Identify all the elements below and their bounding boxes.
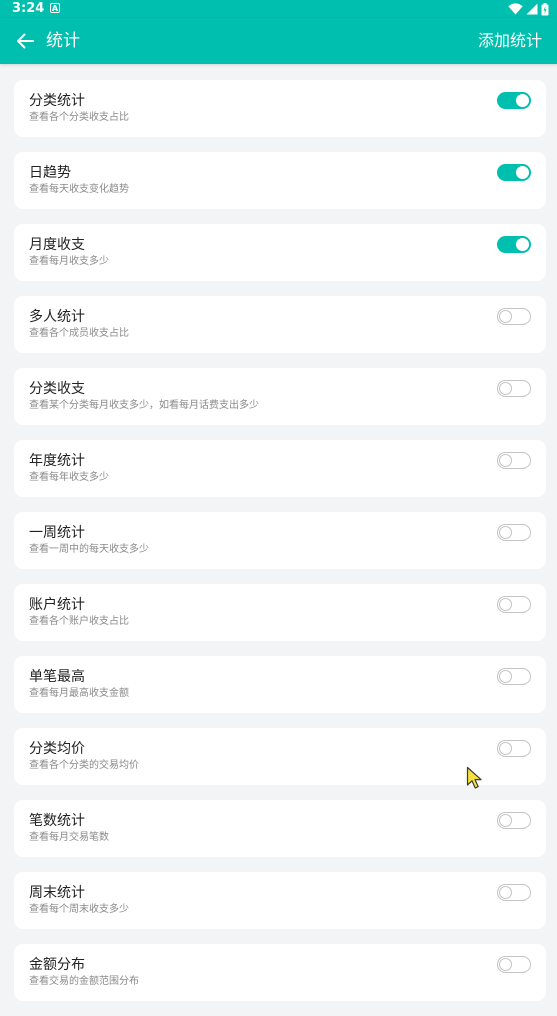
- stat-toggle-switch[interactable]: [497, 452, 531, 469]
- toggle-knob: [499, 957, 512, 971]
- stat-card[interactable]: 日趋势查看每天收支变化趋势: [14, 152, 546, 209]
- stat-card[interactable]: 月度收支查看每月收支多少: [14, 224, 546, 281]
- stat-toggle-switch[interactable]: [497, 524, 531, 541]
- stat-name: 多人统计: [29, 309, 85, 325]
- stat-card[interactable]: 金额分布查看交易的金额范围分布: [14, 944, 546, 1001]
- stat-card[interactable]: 笔数统计查看每月交易笔数: [14, 800, 546, 857]
- toggle-knob: [499, 453, 512, 467]
- stat-description: 查看一周中的每天收支多少: [29, 544, 149, 555]
- stat-name: 单笔最高: [29, 669, 85, 685]
- stat-description: 查看各个分类的交易均价: [29, 760, 139, 771]
- toggle-knob: [499, 813, 512, 827]
- stat-name: 笔数统计: [29, 813, 85, 829]
- stat-description: 查看各个成员收支占比: [29, 328, 129, 339]
- stat-description: 查看每天收支变化趋势: [29, 184, 129, 195]
- status-bar: 3:24 A: [0, 0, 557, 18]
- stat-card[interactable]: 单笔最高查看每月最高收支金额: [14, 656, 546, 713]
- stat-toggle-switch[interactable]: [497, 92, 531, 109]
- app-bar: 统计 添加统计: [0, 18, 557, 64]
- notification-icon: A: [50, 3, 60, 13]
- page-title: 统计: [46, 31, 80, 51]
- stat-name: 月度收支: [29, 237, 85, 253]
- toggle-knob: [499, 741, 512, 755]
- stat-toggle-switch[interactable]: [497, 164, 531, 181]
- stat-card[interactable]: 年度统计查看每年收支多少: [14, 440, 546, 497]
- stat-toggle-switch[interactable]: [497, 596, 531, 613]
- stat-card[interactable]: 分类统计查看各个分类收支占比: [14, 80, 546, 137]
- toggle-knob: [516, 166, 529, 179]
- stat-toggle-switch[interactable]: [497, 308, 531, 325]
- statistics-list: 分类统计查看各个分类收支占比日趋势查看每天收支变化趋势月度收支查看每月收支多少多…: [14, 80, 546, 1016]
- stat-name: 金额分布: [29, 957, 85, 973]
- stat-toggle-switch[interactable]: [497, 884, 531, 901]
- signal-icon: [526, 3, 538, 15]
- toggle-knob: [499, 885, 512, 899]
- toggle-knob: [499, 525, 512, 539]
- stat-toggle-switch[interactable]: [497, 668, 531, 685]
- stat-toggle-switch[interactable]: [497, 812, 531, 829]
- battery-icon: [541, 2, 549, 15]
- stat-name: 一周统计: [29, 525, 85, 541]
- stat-description: 查看每月收支多少: [29, 256, 109, 267]
- stat-card[interactable]: 一周统计查看一周中的每天收支多少: [14, 512, 546, 569]
- stat-name: 分类收支: [29, 381, 85, 397]
- stat-description: 查看交易的金额范围分布: [29, 976, 139, 987]
- stat-description: 查看每月交易笔数: [29, 832, 109, 843]
- stat-name: 年度统计: [29, 453, 85, 469]
- stat-card[interactable]: 账户统计查看各个账户收支占比: [14, 584, 546, 641]
- stat-name: 账户统计: [29, 597, 85, 613]
- mouse-cursor-icon: [466, 766, 482, 789]
- status-time: 3:24: [12, 1, 45, 16]
- stat-name: 日趋势: [29, 165, 71, 181]
- stat-name: 分类均价: [29, 741, 85, 757]
- stat-description: 查看某个分类每月收支多少，如看每月话费支出多少: [29, 400, 259, 411]
- toggle-knob: [499, 309, 512, 323]
- toggle-knob: [516, 94, 529, 107]
- stat-name: 周末统计: [29, 885, 85, 901]
- toggle-knob: [499, 381, 512, 395]
- stat-toggle-switch[interactable]: [497, 380, 531, 397]
- stat-toggle-switch[interactable]: [497, 740, 531, 757]
- stat-description: 查看各个分类收支占比: [29, 112, 129, 123]
- stat-card[interactable]: 分类收支查看某个分类每月收支多少，如看每月话费支出多少: [14, 368, 546, 425]
- toggle-knob: [499, 597, 512, 611]
- stat-description: 查看每年收支多少: [29, 472, 109, 483]
- stat-description: 查看各个账户收支占比: [29, 616, 129, 627]
- stat-toggle-switch[interactable]: [497, 956, 531, 973]
- stat-name: 分类统计: [29, 93, 85, 109]
- back-arrow-icon[interactable]: [14, 30, 36, 52]
- system-icons: [508, 1, 549, 17]
- stat-card[interactable]: 多人统计查看各个成员收支占比: [14, 296, 546, 353]
- toggle-knob: [516, 238, 529, 251]
- add-statistics-button[interactable]: 添加统计: [478, 18, 542, 64]
- toggle-knob: [499, 669, 512, 683]
- stat-description: 查看每月最高收支金额: [29, 688, 129, 699]
- stat-toggle-switch[interactable]: [497, 236, 531, 253]
- stat-card[interactable]: 周末统计查看每个周末收支多少: [14, 872, 546, 929]
- wifi-icon: [508, 3, 523, 15]
- stat-description: 查看每个周末收支多少: [29, 904, 129, 915]
